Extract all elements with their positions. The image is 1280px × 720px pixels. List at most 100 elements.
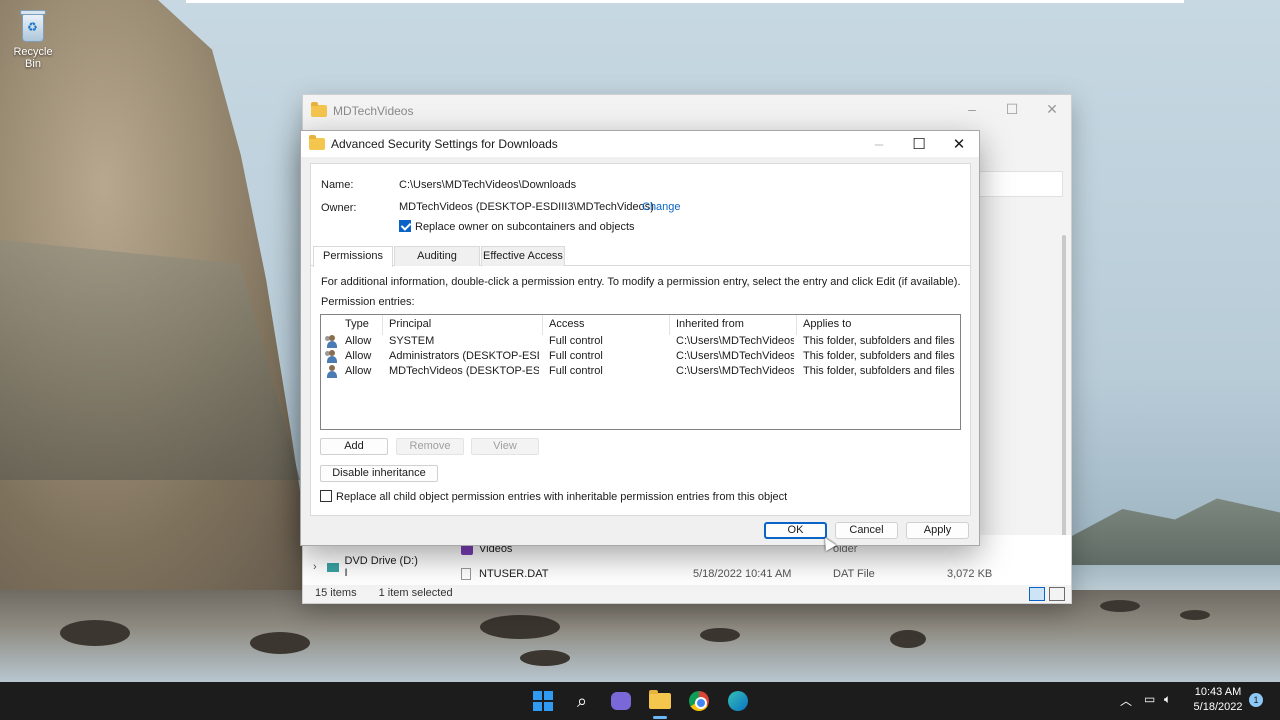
user-icon (325, 365, 339, 378)
remove-button[interactable]: Remove (396, 438, 464, 455)
chrome-taskbar-button[interactable] (687, 690, 711, 712)
tab-effective-access[interactable]: Effective Access (481, 246, 565, 266)
entry-access: Full control (549, 335, 603, 347)
entry-type: Allow (345, 350, 372, 362)
explorer-title: MDTechVideos (333, 104, 414, 118)
details-view-button[interactable] (1029, 587, 1045, 601)
entry-type: Allow (345, 335, 372, 347)
name-value: C:\Users\MDTechVideos\Downloads (399, 179, 577, 191)
tab-auditing[interactable]: Auditing (394, 246, 480, 266)
explorer-maximize-button[interactable]: ☐ (991, 95, 1033, 123)
entry-applies-to: This folder, subfolders and files (803, 335, 955, 347)
cancel-button[interactable]: Cancel (835, 522, 898, 539)
ok-button[interactable]: OK (764, 522, 827, 539)
entry-principal: SYSTEM (389, 335, 435, 347)
start-button[interactable] (531, 690, 555, 712)
explorer-scrollbar[interactable] (1062, 235, 1066, 565)
explorer-status-bar: 15 items 1 item selected (315, 587, 453, 599)
entry-inherited-from: C:\Users\MDTechVideos\ (676, 335, 794, 347)
notification-badge[interactable]: 1 (1249, 693, 1263, 707)
change-owner-link[interactable]: Change (642, 201, 681, 213)
active-app-indicator (653, 716, 667, 719)
windows-logo-icon (533, 691, 553, 711)
tab-permissions[interactable]: Permissions (313, 246, 393, 267)
dialog-minimize-button[interactable]: – (859, 131, 899, 157)
explorer-close-button[interactable]: ✕ (1031, 95, 1073, 123)
name-label: Name: (321, 179, 354, 191)
file-size: 3,072 KB (947, 568, 993, 580)
apply-button[interactable]: Apply (906, 522, 969, 539)
folder-icon (311, 102, 327, 117)
column-header-applies-to[interactable]: Applies to (797, 315, 957, 335)
explorer-search-box[interactable] (979, 171, 1063, 197)
column-header-inherited-from[interactable]: Inherited from (670, 315, 797, 335)
add-button[interactable]: Add (320, 438, 388, 455)
system-clock[interactable]: 10:43 AM 5/18/2022 (1192, 685, 1244, 715)
entry-access: Full control (549, 365, 603, 377)
clock-date: 5/18/2022 (1193, 701, 1243, 713)
dialog-tabs: Permissions Auditing Effective Access (311, 246, 970, 267)
explorer-minimize-button[interactable]: – (951, 95, 993, 123)
dialog-close-button[interactable]: ✕ (939, 131, 979, 157)
view-toggle (1029, 587, 1065, 601)
user-group-icon (325, 350, 339, 363)
dvd-drive-icon (326, 562, 339, 572)
entry-principal: Administrators (DESKTOP-ESD... (389, 350, 539, 362)
file-type: DAT File (833, 568, 875, 580)
clock-time: 10:43 AM (1194, 686, 1242, 698)
entry-principal: MDTechVideos (DESKTOP-ESD... (389, 365, 539, 377)
chat-icon (611, 692, 631, 710)
chevron-right-icon: › (313, 561, 317, 573)
recycle-bin[interactable]: ♻ Recycle Bin (4, 8, 62, 70)
file-icon (461, 568, 471, 580)
checkbox-unchecked-icon (320, 490, 332, 502)
replace-owner-label: Replace owner on subcontainers and objec… (415, 221, 635, 233)
folder-icon (309, 135, 325, 150)
status-item-count: 15 items (315, 587, 357, 599)
replace-owner-checkbox[interactable]: Replace owner on subcontainers and objec… (399, 220, 635, 233)
file-explorer-taskbar-button[interactable] (648, 690, 672, 712)
chevron-up-icon[interactable]: ︿ (1120, 692, 1132, 709)
user-group-icon (325, 335, 339, 348)
file-row-ntuser[interactable]: NTUSER.DAT 5/18/2022 10:41 AM DAT File 3… (461, 564, 1061, 584)
permission-entries-label: Permission entries: (321, 296, 415, 308)
disable-inheritance-button[interactable]: Disable inheritance (320, 465, 438, 482)
entry-access: Full control (549, 350, 603, 362)
permissions-info-text: For additional information, double-click… (321, 276, 961, 288)
dialog-title: Advanced Security Settings for Downloads (331, 137, 558, 151)
edge-taskbar-button[interactable] (726, 690, 750, 712)
top-strip (186, 0, 1184, 3)
recycle-bin-icon: ♻ (18, 8, 48, 42)
permission-entry-row[interactable]: Allow SYSTEM Full control C:\Users\MDTec… (321, 334, 960, 349)
taskbar (0, 682, 1280, 720)
column-header-type[interactable]: Type (339, 315, 383, 335)
column-header-access[interactable]: Access (543, 315, 670, 335)
advanced-security-dialog[interactable]: Advanced Security Settings for Downloads… (300, 130, 980, 546)
owner-label: Owner: (321, 202, 357, 214)
permission-entries-list[interactable]: Type Principal Access Inherited from App… (320, 314, 961, 430)
search-icon: ⌕ (576, 690, 588, 711)
permission-entry-row[interactable]: Allow Administrators (DESKTOP-ESD... Ful… (321, 349, 960, 364)
explorer-title-bar: MDTechVideos (311, 100, 413, 122)
status-selected-count: 1 item selected (378, 587, 453, 599)
search-button[interactable]: ⌕ (570, 690, 594, 712)
network-icon[interactable]: ▭ (1144, 692, 1155, 706)
dialog-maximize-button[interactable]: ☐ (899, 131, 939, 157)
chat-button[interactable] (609, 690, 633, 712)
entry-applies-to: This folder, subfolders and files (803, 365, 955, 377)
entry-inherited-from: C:\Users\MDTechVideos\ (676, 350, 794, 362)
volume-icon[interactable]: 🔈︎ (1164, 692, 1171, 707)
file-date: 5/18/2022 10:41 AM (693, 568, 792, 580)
column-header-principal[interactable]: Principal (383, 315, 543, 335)
owner-value: MDTechVideos (DESKTOP-ESDIII3\MDTechVide… (399, 201, 654, 213)
replace-child-permissions-checkbox[interactable]: Replace all child object permission entr… (320, 490, 787, 503)
entry-type: Allow (345, 365, 372, 377)
view-button[interactable]: View (471, 438, 539, 455)
tiles-view-button[interactable] (1049, 587, 1065, 601)
file-explorer-icon (649, 690, 671, 709)
file-name: NTUSER.DAT (479, 568, 549, 580)
permission-entry-row[interactable]: Allow MDTechVideos (DESKTOP-ESD... Full … (321, 364, 960, 379)
entry-applies-to: This folder, subfolders and files (803, 350, 955, 362)
recycle-bin-label: Recycle Bin (13, 46, 53, 70)
nav-dvd-drive[interactable]: › DVD Drive (D:) I (313, 555, 423, 579)
